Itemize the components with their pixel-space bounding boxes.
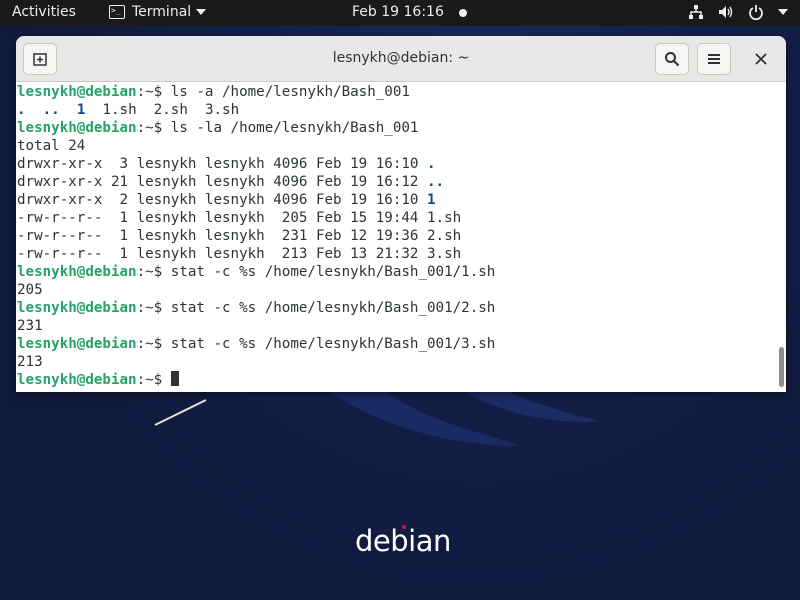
dir-entry: ..	[42, 102, 60, 118]
output-text: 205	[17, 282, 43, 298]
terminal-line: 213	[16, 353, 776, 371]
file-metadata: -rw-r--r-- 1 lesnykh lesnykh 213 Feb 13 …	[17, 246, 427, 262]
file-metadata: -rw-r--r-- 1 lesnykh lesnykh 231 Feb 12 …	[17, 228, 427, 244]
file-metadata: drwxr-xr-x 3 lesnykh lesnykh 4096 Feb 19…	[17, 156, 427, 172]
volume-icon	[719, 6, 733, 18]
dir-entry: 1	[427, 192, 436, 208]
prompt-user: lesnykh@debian	[17, 264, 137, 280]
terminal-line: 231	[16, 317, 776, 335]
hamburger-icon	[708, 54, 720, 64]
prompt-user: lesnykh@debian	[17, 84, 137, 100]
terminal-window: lesnykh@debian: ~ lesnykh@debian:~$ ls -…	[16, 36, 786, 392]
dir-entry: ..	[427, 174, 445, 190]
terminal-line: total 24	[16, 137, 776, 155]
app-menu[interactable]: >_ Terminal	[109, 4, 207, 20]
network-icon	[689, 5, 703, 19]
scrollbar-thumb[interactable]	[779, 347, 784, 387]
file-metadata: -rw-r--r-- 1 lesnykh lesnykh 205 Feb 15 …	[17, 210, 427, 226]
debian-logo-dot	[402, 525, 406, 529]
prompt-user: lesnykh@debian	[17, 300, 137, 316]
file-entry: 1.sh	[427, 210, 462, 226]
terminal-line: lesnykh@debian:~$ stat -c %s /home/lesny…	[16, 263, 776, 281]
prompt-suffix: :~$	[136, 372, 171, 388]
chevron-down-icon	[196, 9, 207, 15]
terminal-line: . .. 1 1.sh 2.sh 3.sh	[16, 101, 776, 119]
prompt-suffix: :~$	[136, 120, 171, 136]
terminal-line: lesnykh@debian:~$ stat -c %s /home/lesny…	[16, 299, 776, 317]
file-entries: 1.sh 2.sh 3.sh	[85, 102, 240, 118]
debian-logo: debian	[355, 524, 451, 558]
terminal-line: lesnykh@debian:~$ ls -a /home/lesnykh/Ba…	[16, 83, 776, 101]
terminal-line: drwxr-xr-x 3 lesnykh lesnykh 4096 Feb 19…	[16, 155, 776, 173]
command-text: stat -c %s /home/lesnykh/Bash_001/3.sh	[170, 336, 496, 352]
terminal-line: drwxr-xr-x 21 lesnykh lesnykh 4096 Feb 1…	[16, 173, 776, 191]
output-text: 231	[17, 318, 43, 334]
output-text: 213	[17, 354, 43, 370]
terminal-icon: >_	[109, 5, 125, 19]
scrollbar[interactable]	[777, 83, 786, 392]
prompt-suffix: :~$	[136, 84, 171, 100]
prompt-suffix: :~$	[136, 336, 171, 352]
notification-dot-icon	[459, 9, 467, 17]
chevron-down-icon	[778, 9, 788, 15]
command-text: ls -la /home/lesnykh/Bash_001	[170, 120, 419, 136]
clock[interactable]: Feb 19 16:16	[352, 4, 444, 20]
text-cursor	[170, 371, 179, 386]
output-text: total 24	[17, 138, 86, 154]
file-metadata: drwxr-xr-x 2 lesnykh lesnykh 4096 Feb 19…	[17, 192, 427, 208]
terminal-line: lesnykh@debian:~$ ls -la /home/lesnykh/B…	[16, 119, 776, 137]
prompt-user: lesnykh@debian	[17, 372, 137, 388]
file-entry: 3.sh	[427, 246, 462, 262]
command-text: ls -a /home/lesnykh/Bash_001	[170, 84, 410, 100]
terminal-line: -rw-r--r-- 1 lesnykh lesnykh 231 Feb 12 …	[16, 227, 776, 245]
search-button[interactable]	[655, 43, 689, 75]
command-text: stat -c %s /home/lesnykh/Bash_001/2.sh	[170, 300, 496, 316]
terminal-output[interactable]: lesnykh@debian:~$ ls -a /home/lesnykh/Ba…	[16, 83, 776, 392]
top-bar: Activities >_ Terminal Feb 19 16:16	[0, 0, 800, 26]
command-text: stat -c %s /home/lesnykh/Bash_001/1.sh	[170, 264, 496, 280]
prompt-user: lesnykh@debian	[17, 336, 137, 352]
close-icon	[755, 53, 767, 65]
terminal-line: -rw-r--r-- 1 lesnykh lesnykh 213 Feb 13 …	[16, 245, 776, 263]
close-button[interactable]	[751, 49, 771, 69]
file-entry: 2.sh	[427, 228, 462, 244]
app-menu-label: Terminal	[132, 4, 192, 20]
search-icon	[665, 52, 680, 67]
system-tray[interactable]	[688, 4, 788, 20]
prompt-suffix: :~$	[136, 300, 171, 316]
file-metadata: drwxr-xr-x 21 lesnykh lesnykh 4096 Feb 1…	[17, 174, 427, 190]
terminal-line: 205	[16, 281, 776, 299]
prompt-user: lesnykh@debian	[17, 120, 137, 136]
title-bar[interactable]: lesnykh@debian: ~	[16, 36, 786, 82]
activities-button[interactable]: Activities	[12, 4, 76, 20]
terminal-line: lesnykh@debian:~$	[16, 371, 776, 389]
dir-entry: .	[427, 156, 436, 172]
terminal-line: lesnykh@debian:~$ stat -c %s /home/lesny…	[16, 335, 776, 353]
power-icon	[749, 5, 763, 20]
menu-button[interactable]	[697, 43, 731, 75]
dir-entry: .	[17, 102, 26, 118]
terminal-line: drwxr-xr-x 2 lesnykh lesnykh 4096 Feb 19…	[16, 191, 776, 209]
terminal-line: -rw-r--r-- 1 lesnykh lesnykh 205 Feb 15 …	[16, 209, 776, 227]
prompt-suffix: :~$	[136, 264, 171, 280]
